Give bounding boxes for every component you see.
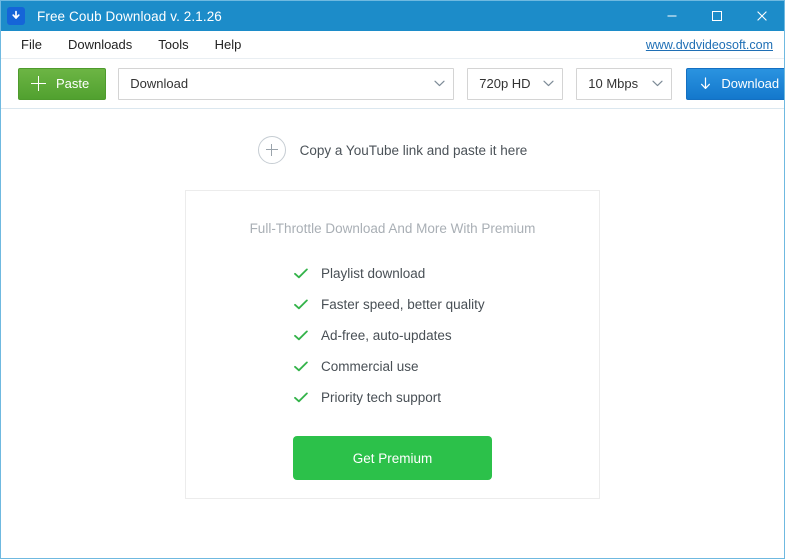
close-button[interactable]	[739, 1, 784, 31]
speed-select[interactable]: 10 Mbps	[576, 67, 673, 100]
window-title: Free Coub Download v. 2.1.26	[37, 8, 222, 24]
list-item-label: Faster speed, better quality	[321, 297, 485, 312]
quality-select[interactable]: 720p HD	[467, 67, 564, 100]
paste-button-label: Paste	[56, 76, 90, 91]
plus-icon	[31, 76, 46, 91]
minimize-button[interactable]	[649, 1, 694, 31]
paste-button[interactable]: Paste	[18, 67, 107, 100]
quality-select-value: 720p HD	[479, 76, 531, 91]
list-item: Ad-free, auto-updates	[294, 320, 599, 351]
list-item-label: Playlist download	[321, 266, 426, 281]
list-item-label: Priority tech support	[321, 390, 442, 405]
premium-panel: Full-Throttle Download And More With Pre…	[185, 190, 600, 499]
url-input[interactable]: Download	[118, 67, 455, 100]
content-area: Copy a YouTube link and paste it here Fu…	[1, 109, 784, 558]
website-link[interactable]: www.dvdvideosoft.com	[646, 38, 773, 52]
menu-item-help[interactable]: Help	[205, 33, 252, 56]
get-premium-button[interactable]: Get Premium	[293, 436, 492, 480]
paste-link-hint-text: Copy a YouTube link and paste it here	[299, 142, 528, 158]
check-icon	[294, 268, 308, 279]
title-bar: Free Coub Download v. 2.1.26	[1, 1, 784, 31]
list-item: Priority tech support	[294, 382, 599, 413]
menu-item-downloads[interactable]: Downloads	[58, 33, 142, 56]
chevron-down-icon	[540, 80, 556, 87]
maximize-button[interactable]	[694, 1, 739, 31]
list-item-label: Ad-free, auto-updates	[321, 328, 452, 343]
toolbar: Paste Download 720p HD 10 Mbps Download	[1, 59, 784, 109]
download-button[interactable]: Download	[686, 67, 784, 100]
check-icon	[294, 330, 308, 341]
download-button-label: Download	[721, 76, 780, 91]
download-arrow-icon	[7, 7, 25, 25]
list-item: Commercial use	[294, 351, 599, 382]
list-item: Playlist download	[294, 258, 599, 289]
chevron-down-icon	[431, 80, 447, 87]
list-item-label: Commercial use	[321, 359, 419, 374]
menu-item-file[interactable]: File	[11, 33, 52, 56]
menu-item-tools[interactable]: Tools	[148, 33, 198, 56]
check-icon	[294, 299, 308, 310]
list-item: Faster speed, better quality	[294, 289, 599, 320]
check-icon	[294, 392, 308, 403]
premium-feature-list: Playlist download Faster speed, better q…	[186, 258, 599, 413]
down-arrow-icon	[699, 76, 712, 91]
window-controls	[649, 1, 784, 31]
url-input-value: Download	[130, 76, 189, 91]
premium-title: Full-Throttle Download And More With Pre…	[249, 221, 536, 236]
chevron-down-icon	[649, 80, 665, 87]
speed-select-value: 10 Mbps	[588, 76, 639, 91]
paste-link-dropzone[interactable]: Copy a YouTube link and paste it here	[257, 136, 528, 164]
app-window: Free Coub Download v. 2.1.26 File Downlo…	[0, 0, 785, 559]
menu-bar: File Downloads Tools Help www.dvdvideoso…	[1, 31, 784, 59]
circle-plus-icon	[257, 136, 286, 164]
check-icon	[294, 361, 308, 372]
